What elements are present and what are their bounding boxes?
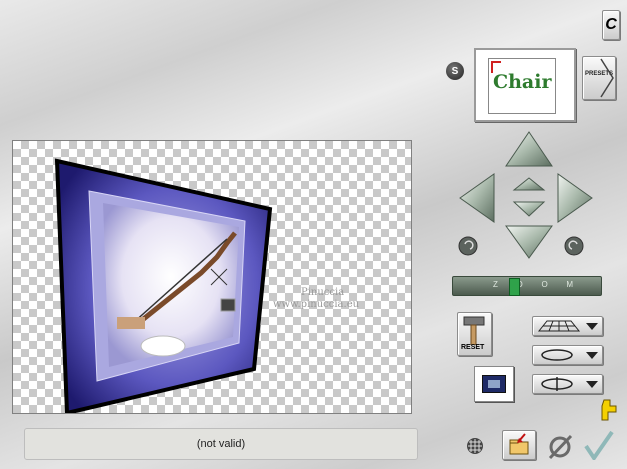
move-up-small-icon[interactable] xyxy=(512,177,546,191)
rotate-horizontal-icon xyxy=(541,349,573,361)
room-chair xyxy=(140,335,186,357)
zoom-letter-1: Z xyxy=(493,280,498,289)
rotate-axis-icon xyxy=(541,377,573,391)
logo-button[interactable]: C xyxy=(602,10,620,40)
watermark-line-1: Pinuccia xyxy=(301,287,345,298)
chevron-down-icon xyxy=(586,380,598,388)
rotate-right-icon[interactable] xyxy=(564,236,584,256)
status-bar: (not valid) xyxy=(24,428,418,460)
watermark-line-2: www.pinuccia.eu xyxy=(273,299,360,310)
perspective-grid-icon xyxy=(537,320,581,332)
perspective-dropdown[interactable] xyxy=(532,316,603,336)
logo-icon: C xyxy=(605,16,617,33)
status-text: (not valid) xyxy=(196,438,246,450)
rotation-dropdown[interactable] xyxy=(532,345,603,365)
zoom-slider[interactable]: Z O O M xyxy=(452,276,602,296)
preset-thumbnail[interactable]: Chair xyxy=(474,48,576,122)
zoom-thumb[interactable] xyxy=(509,278,520,296)
room-tv xyxy=(220,298,236,312)
chevron-down-icon xyxy=(586,322,598,330)
s-button-label: S xyxy=(451,65,459,77)
zoom-letter-3: O xyxy=(541,280,548,289)
arrow-down-icon[interactable] xyxy=(505,225,553,259)
nav-pad xyxy=(458,131,593,259)
ok-check-icon[interactable] xyxy=(584,430,614,460)
room-sofa xyxy=(117,317,145,329)
zoom-letter-4: M xyxy=(566,280,573,289)
arrow-left-icon[interactable] xyxy=(459,173,495,223)
rotate-left-icon[interactable] xyxy=(458,236,478,256)
presets-button[interactable]: PRESETS xyxy=(582,56,616,100)
image-thumbnail-inner xyxy=(488,380,500,388)
folder-icon xyxy=(509,433,529,455)
image-thumbnail-icon xyxy=(482,375,506,393)
grid-icon[interactable] xyxy=(466,437,484,455)
chevron-right-icon xyxy=(600,58,614,98)
arrow-right-icon[interactable] xyxy=(557,173,593,223)
chevron-down-icon xyxy=(586,351,598,359)
preset-thumbnail-image: Chair xyxy=(488,58,556,114)
axis-dropdown[interactable] xyxy=(532,374,603,394)
reset-label: RESET xyxy=(461,344,485,351)
s-button[interactable]: S xyxy=(446,62,464,80)
preview-image xyxy=(54,158,273,413)
preset-thumbnail-text: Chair xyxy=(493,71,552,93)
move-down-small-icon[interactable] xyxy=(512,201,546,217)
open-folder-button[interactable] xyxy=(502,430,536,460)
thumbnail-red-corner xyxy=(491,61,501,73)
preview-watermark: Pinuccia www.pinuccia.eu xyxy=(273,287,359,311)
cancel-icon[interactable] xyxy=(546,434,574,460)
hammer-icon xyxy=(463,316,485,345)
zoom-letters: Z O O M xyxy=(493,280,573,289)
preview-canvas[interactable]: Pinuccia www.pinuccia.eu xyxy=(12,140,412,414)
pointing-hand-icon[interactable] xyxy=(598,396,618,422)
reset-button[interactable]: RESET xyxy=(457,312,492,356)
image-thumbnail-button[interactable] xyxy=(474,366,514,402)
arrow-up-icon[interactable] xyxy=(505,131,553,167)
